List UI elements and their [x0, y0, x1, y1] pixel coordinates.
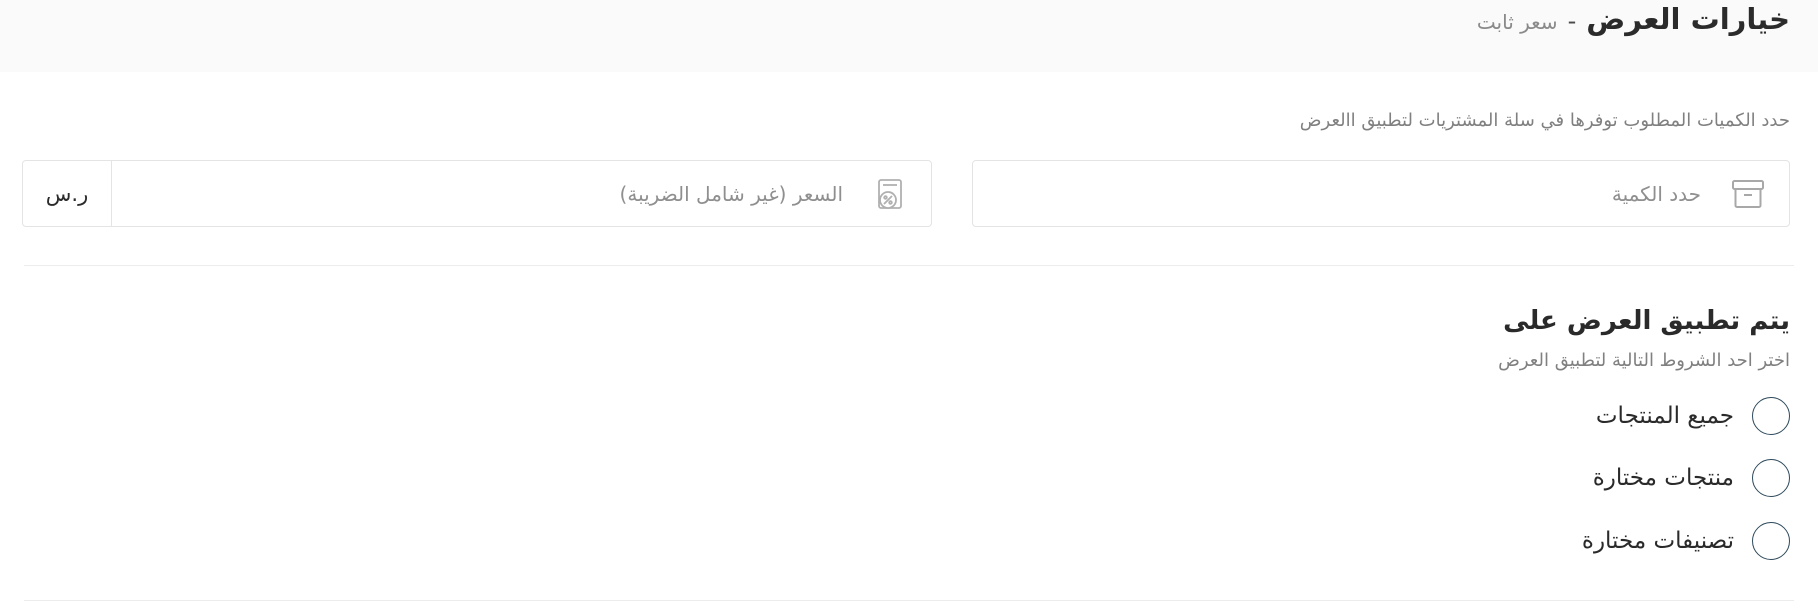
radio-label: تصنيفات مختارة — [1581, 528, 1734, 554]
bottom-divider — [24, 600, 1794, 601]
header-title-group: خيارات العرض - سعر ثابت — [1477, 2, 1790, 36]
radio-button[interactable] — [1752, 459, 1790, 497]
price-input[interactable] — [143, 161, 843, 226]
apply-section-description: اختر احد الشروط التالية لتطبيق العرض — [1498, 350, 1790, 371]
quantity-field[interactable] — [972, 160, 1790, 227]
page-title: خيارات العرض — [1586, 2, 1790, 36]
apply-section-title: يتم تطبيق العرض على — [1503, 306, 1790, 336]
radio-button[interactable] — [1752, 522, 1790, 560]
radio-option-selected-products[interactable]: منتجات مختارة — [1593, 458, 1790, 498]
title-separator: - — [1567, 7, 1577, 35]
archive-box-icon — [1729, 175, 1767, 213]
page-header: خيارات العرض - سعر ثابت — [0, 0, 1818, 72]
currency-label: ر.س — [23, 161, 112, 226]
radio-label: منتجات مختارة — [1592, 465, 1734, 491]
radio-option-selected-categories[interactable]: تصنيفات مختارة — [1582, 521, 1790, 561]
section-divider — [24, 265, 1794, 266]
page-subtitle: سعر ثابت — [1476, 10, 1558, 34]
radio-label: جميع المنتجات — [1595, 403, 1734, 429]
price-field[interactable]: ر.س — [22, 160, 932, 227]
radio-button[interactable] — [1752, 397, 1790, 435]
discount-tag-icon — [871, 175, 909, 213]
radio-option-all-products[interactable]: جميع المنتجات — [1596, 396, 1790, 436]
quantity-input[interactable] — [1061, 161, 1701, 226]
quantity-instruction: حدد الكميات المطلوب توفرها في سلة المشتر… — [1299, 110, 1790, 131]
